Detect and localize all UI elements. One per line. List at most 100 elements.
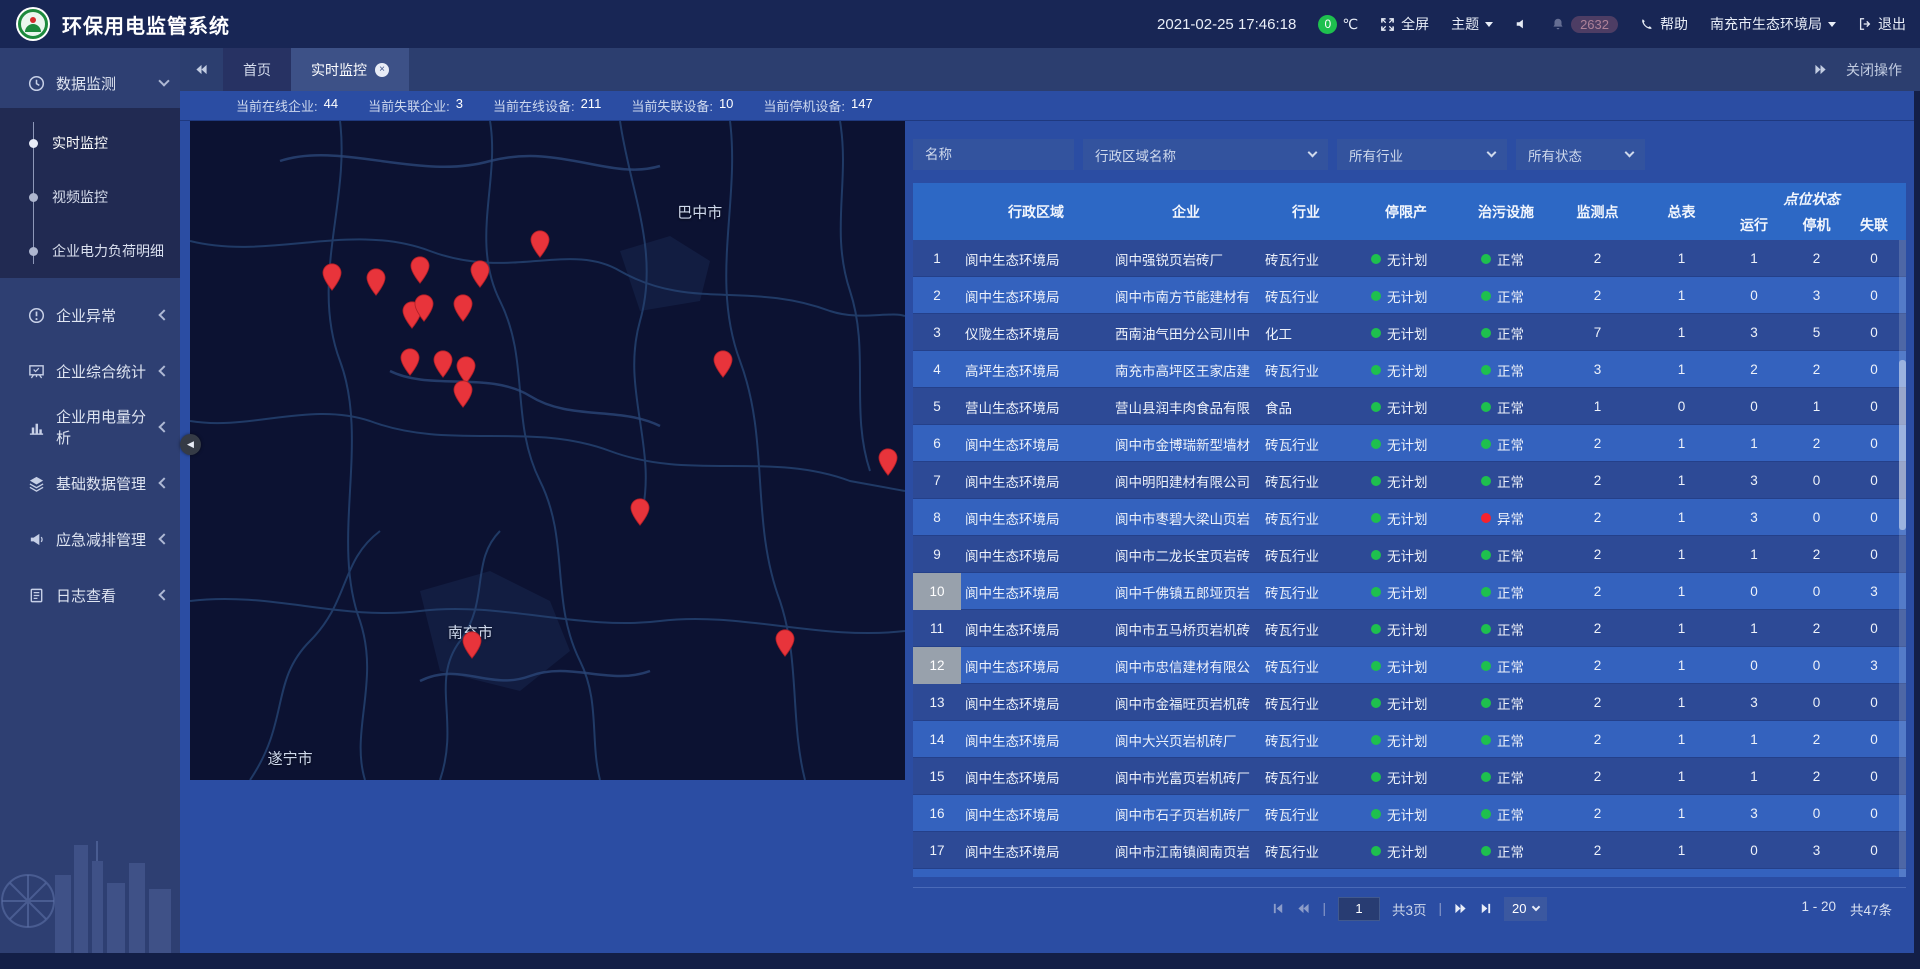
table-row[interactable]: 17阆中生态环境局阆中市江南镇阆南页岩砖瓦行业无计划正常21030 — [913, 832, 1906, 869]
temperature-badge: 0 — [1318, 15, 1337, 34]
sidebar-item-power-analysis[interactable]: 企业用电量分析 — [0, 402, 180, 452]
status-dot-icon — [1481, 513, 1491, 523]
table-row[interactable]: 1阆中生态环境局阆中强锐页岩砖厂砖瓦行业无计划正常21120 — [913, 240, 1906, 277]
sidebar-item-data-monitor[interactable]: 数据监测 — [0, 58, 180, 108]
app-title: 环保用电监管系统 — [62, 10, 230, 39]
sidebar-item-base-data[interactable]: 基础数据管理 — [0, 458, 180, 508]
notifications[interactable]: 2632 — [1551, 16, 1618, 33]
sidebar-subitem-label: 视频监控 — [52, 187, 108, 207]
cell-industry: 砖瓦行业 — [1261, 841, 1351, 861]
status-dot-icon — [1371, 328, 1381, 338]
table-row[interactable]: 9阆中生态环境局阆中市二龙长宝页岩砖砖瓦行业无计划正常21120 — [913, 536, 1906, 573]
table-row[interactable]: 16阆中生态环境局阆中市石子页岩机砖厂砖瓦行业无计划正常21300 — [913, 795, 1906, 832]
cell-industry: 砖瓦行业 — [1261, 360, 1351, 380]
map-pin[interactable] — [462, 631, 482, 659]
sound-toggle[interactable] — [1515, 17, 1529, 31]
name-filter-input[interactable] — [913, 139, 1074, 170]
map-pin[interactable] — [410, 256, 430, 284]
map-pin[interactable] — [433, 350, 453, 378]
table-row[interactable]: 13阆中生态环境局阆中市金福旺页岩机砖砖瓦行业无计划正常21300 — [913, 684, 1906, 721]
cell-lost-count: 3 — [1844, 658, 1904, 673]
cell-region: 高坪生态环境局 — [961, 360, 1111, 380]
map-pin[interactable] — [453, 294, 473, 322]
cell-stop-status: 无计划 — [1351, 656, 1461, 676]
map-pin[interactable] — [775, 629, 795, 657]
fullscreen-button[interactable]: 全屏 — [1380, 14, 1429, 34]
cell-meter-count: 1 — [1644, 251, 1719, 266]
table-row[interactable]: 14阆中生态环境局阆中大兴页岩机砖厂砖瓦行业无计划正常21120 — [913, 721, 1906, 758]
table-row[interactable]: 12阆中生态环境局阆中市忠信建材有限公砖瓦行业无计划正常21003 — [913, 647, 1906, 684]
map-pin[interactable] — [414, 294, 434, 322]
first-page-button[interactable] — [1272, 902, 1285, 915]
map-pin[interactable] — [453, 380, 473, 408]
table-row[interactable]: 15阆中生态环境局阆中市光富页岩机砖厂砖瓦行业无计划正常21120 — [913, 758, 1906, 795]
close-operations-button[interactable]: 关闭操作 — [1842, 48, 1920, 91]
cell-facility-status: 正常 — [1461, 471, 1551, 491]
map-pin[interactable] — [878, 448, 898, 476]
tab-home[interactable]: 首页 — [223, 48, 291, 91]
logout-button[interactable]: 退出 — [1858, 14, 1906, 34]
page-size-select[interactable]: 20 — [1504, 897, 1546, 921]
status-filter-select[interactable]: 所有状态 — [1516, 139, 1645, 170]
table-row[interactable]: 3仪陇生态环境局西南油气田分公司川中化工无计划正常71350 — [913, 314, 1906, 351]
theme-dropdown[interactable]: 主题 — [1451, 14, 1493, 34]
layers-icon — [26, 473, 46, 493]
cell-company: 西南油气田分公司川中 — [1111, 323, 1261, 343]
industry-filter-select[interactable]: 所有行业 — [1337, 139, 1507, 170]
table-row[interactable]: 8阆中生态环境局阆中市枣碧大梁山页岩砖瓦行业无计划异常21300 — [913, 499, 1906, 536]
cell-meter-count: 1 — [1644, 621, 1719, 636]
table-row[interactable]: 6阆中生态环境局阆中市金博瑞新型墙材砖瓦行业无计划正常21120 — [913, 425, 1906, 462]
map[interactable]: 巴中市南充市遂宁市 ◀ — [190, 121, 905, 780]
tab-close-icon[interactable]: × — [375, 63, 389, 77]
last-page-button[interactable] — [1479, 902, 1492, 915]
page: 环保用电监管系统 2021-02-25 17:46:18 0 ℃ 全屏 主题 2… — [0, 0, 1920, 969]
table-scrollbar[interactable] — [1899, 240, 1906, 877]
table-row[interactable]: 11阆中生态环境局阆中市五马桥页岩机砖砖瓦行业无计划正常21120 — [913, 610, 1906, 647]
table-row[interactable]: 4高坪生态环境局南充市高坪区王家店建砖瓦行业无计划正常31220 — [913, 351, 1906, 388]
map-pin[interactable] — [400, 348, 420, 376]
tabs-scroll-right-button[interactable] — [1799, 48, 1842, 91]
map-pin[interactable] — [530, 230, 550, 258]
tabs-scroll-left-button[interactable] — [180, 48, 223, 91]
cell-region: 阆中生态环境局 — [961, 693, 1111, 713]
sidebar-subitem-realtime-monitor[interactable]: 实时监控 — [0, 116, 180, 170]
cell-monitor-count: 2 — [1551, 473, 1644, 488]
table-row[interactable]: 5营山生态环境局营山县润丰肉食品有限食品无计划正常10010 — [913, 388, 1906, 425]
table-row[interactable]: 2阆中生态环境局阆中市南方节能建材有砖瓦行业无计划正常21030 — [913, 277, 1906, 314]
table-body: 1阆中生态环境局阆中强锐页岩砖厂砖瓦行业无计划正常211202阆中生态环境局阆中… — [913, 240, 1906, 877]
cell-index: 16 — [913, 795, 961, 832]
cell-facility-status: 正常 — [1461, 582, 1551, 602]
sidebar-item-enterprise-abnormal[interactable]: 企业异常 — [0, 290, 180, 340]
cell-facility-status: 正常 — [1461, 767, 1551, 787]
table-row[interactable]: 7阆中生态环境局阆中明阳建材有限公司砖瓦行业无计划正常21300 — [913, 462, 1906, 499]
map-pin[interactable] — [322, 263, 342, 291]
table-row[interactable]: 10阆中生态环境局阆中千佛镇五郎垭页岩砖瓦行业无计划正常21003 — [913, 573, 1906, 610]
map-pin[interactable] — [470, 260, 490, 288]
sidebar-collapse-button[interactable]: ◀ — [180, 434, 201, 455]
status-dot-icon — [1371, 661, 1381, 671]
cell-region: 阆中生态环境局 — [961, 730, 1111, 750]
sidebar-item-enterprise-stats[interactable]: 企业综合统计 — [0, 346, 180, 396]
sidebar-subitem-video-monitor[interactable]: 视频监控 — [0, 170, 180, 224]
help-button[interactable]: 帮助 — [1640, 14, 1688, 34]
cell-industry: 砖瓦行业 — [1261, 693, 1351, 713]
prev-page-button[interactable] — [1297, 902, 1310, 915]
org-dropdown[interactable]: 南充市生态环境局 — [1710, 14, 1836, 34]
sidebar-item-emergency-reduction[interactable]: 应急减排管理 — [0, 514, 180, 564]
sidebar-subitem-power-load-detail[interactable]: 企业电力负荷明细 — [0, 224, 180, 278]
phone-icon — [1640, 17, 1654, 31]
next-page-button[interactable] — [1454, 902, 1467, 915]
map-pin[interactable] — [713, 350, 733, 378]
cell-run-count: 1 — [1719, 769, 1789, 784]
map-pin[interactable] — [366, 268, 386, 296]
cell-facility-status: 正常 — [1461, 286, 1551, 306]
cell-halt-count: 2 — [1789, 547, 1844, 562]
region-filter-select[interactable]: 行政区域名称 — [1083, 139, 1328, 170]
sidebar-item-log-view[interactable]: 日志查看 — [0, 570, 180, 620]
page-number-input[interactable] — [1338, 897, 1380, 921]
table-row[interactable]: 18南部生态环境局南部县砌华山河有限公建材加工无计划正常21030 — [913, 869, 1906, 877]
status-dot-icon — [1481, 291, 1491, 301]
map-pin[interactable] — [630, 498, 650, 526]
status-dot-icon — [1481, 439, 1491, 449]
tab-realtime-monitor[interactable]: 实时监控 × — [291, 48, 409, 91]
